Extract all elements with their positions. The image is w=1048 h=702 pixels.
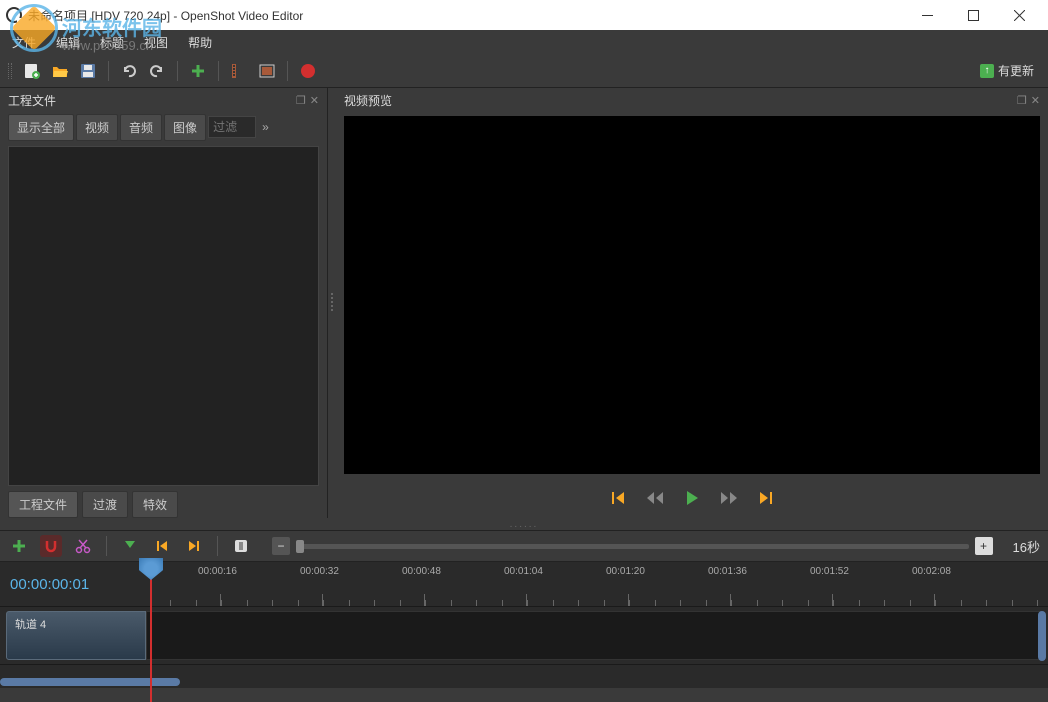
zoom-track[interactable]: [296, 544, 969, 549]
export-button[interactable]: [298, 61, 318, 81]
toolbar-separator: [287, 61, 288, 81]
zoom-label: 16秒: [1013, 537, 1040, 556]
profile-button[interactable]: [229, 61, 249, 81]
panel-float-icon[interactable]: ❐: [296, 94, 306, 107]
menubar: 文件 编辑 标题 视图 帮助: [0, 30, 1048, 54]
undo-button[interactable]: [119, 61, 139, 81]
zoom-out-button[interactable]: −: [272, 537, 290, 555]
ruler-label: 00:01:04: [504, 566, 543, 577]
fullscreen-button[interactable]: [257, 61, 277, 81]
open-project-button[interactable]: [50, 61, 70, 81]
playback-controls: [336, 478, 1048, 518]
jump-start-button[interactable]: [610, 490, 626, 506]
tab-video[interactable]: 视频: [76, 114, 118, 141]
snap-button[interactable]: [40, 535, 62, 557]
menu-title[interactable]: 标题: [94, 32, 130, 53]
app-icon: [6, 7, 22, 23]
tab-audio[interactable]: 音频: [120, 114, 162, 141]
jump-end-button[interactable]: [758, 490, 774, 506]
btab-effects[interactable]: 特效: [132, 491, 178, 518]
video-preview-title: 视频预览: [344, 92, 392, 109]
rewind-button[interactable]: [646, 491, 664, 505]
file-list-area[interactable]: [8, 146, 319, 486]
project-files-header: 工程文件 ❐ ✕: [0, 88, 327, 112]
fast-forward-button[interactable]: [720, 491, 738, 505]
track-vertical-scrollbar[interactable]: [1038, 611, 1046, 661]
panel-close-icon[interactable]: ✕: [1031, 94, 1040, 107]
timeline-horizontal-scrollbar[interactable]: [0, 676, 1048, 688]
main-toolbar: ↑ 有更新: [0, 54, 1048, 88]
btab-project-files[interactable]: 工程文件: [8, 491, 78, 518]
window-controls: [904, 0, 1042, 30]
zoom-thumb[interactable]: [296, 540, 304, 553]
redo-button[interactable]: [147, 61, 167, 81]
zoom-in-button[interactable]: +: [975, 537, 993, 555]
toolbar-separator: [106, 536, 107, 556]
track-header[interactable]: 轨道 4: [6, 611, 146, 660]
window-title: 未命名项目 [HDV 720 24p] - OpenShot Video Edi…: [28, 7, 904, 24]
play-button[interactable]: [684, 490, 700, 506]
next-marker-button[interactable]: [183, 535, 205, 557]
close-button[interactable]: [996, 0, 1042, 30]
ruler-label: 00:00:48: [402, 566, 441, 577]
timeline-toolbar: − + 16秒: [0, 530, 1048, 562]
panel-close-icon[interactable]: ✕: [310, 94, 319, 107]
panel-resize-handle[interactable]: [328, 88, 336, 518]
titlebar: 未命名项目 [HDV 720 24p] - OpenShot Video Edi…: [0, 0, 1048, 30]
project-files-panel: 工程文件 ❐ ✕ 显示全部 视频 音频 图像 » 工程文件 过渡 特效: [0, 88, 328, 518]
toolbar-separator: [177, 61, 178, 81]
ruler-label: 00:00:16: [198, 566, 237, 577]
zoom-slider: − +: [272, 537, 993, 555]
file-filter-tabs: 显示全部 视频 音频 图像 »: [0, 112, 327, 142]
marker-button[interactable]: [119, 535, 141, 557]
update-label: 有更新: [998, 62, 1034, 79]
panels-container: 工程文件 ❐ ✕ 显示全部 视频 音频 图像 » 工程文件 过渡 特效 视频预览: [0, 88, 1048, 518]
toolbar-separator: [218, 61, 219, 81]
save-project-button[interactable]: [78, 61, 98, 81]
menu-help[interactable]: 帮助: [182, 32, 218, 53]
razor-button[interactable]: [72, 535, 94, 557]
update-button[interactable]: ↑ 有更新: [974, 60, 1040, 81]
minimize-button[interactable]: [904, 0, 950, 30]
tab-show-all[interactable]: 显示全部: [8, 114, 74, 141]
bottom-tabs: 工程文件 过渡 特效: [0, 490, 327, 518]
btab-transitions[interactable]: 过渡: [82, 491, 128, 518]
video-preview-header: 视频预览 ❐ ✕: [336, 88, 1048, 112]
toolbar-handle[interactable]: [8, 63, 12, 79]
video-preview-area[interactable]: [344, 116, 1040, 474]
maximize-button[interactable]: [950, 0, 996, 30]
playhead[interactable]: [150, 562, 152, 702]
timeline-ruler: 00:00:00:01 00:00:1600:00:3200:00:4800:0…: [0, 562, 1048, 606]
ruler-label: 00:01:36: [708, 566, 747, 577]
center-playhead-button[interactable]: [230, 535, 252, 557]
ruler-label: 00:00:32: [300, 566, 339, 577]
timecode-display: 00:00:00:01: [0, 562, 150, 606]
tabs-overflow-button[interactable]: »: [258, 116, 273, 138]
add-track-button[interactable]: [8, 535, 30, 557]
ruler-label: 00:02:08: [912, 566, 951, 577]
track-row: 轨道 4: [0, 607, 1048, 665]
menu-file[interactable]: 文件: [6, 32, 42, 53]
tab-image[interactable]: 图像: [164, 114, 206, 141]
vertical-resize-handle[interactable]: ......: [0, 518, 1048, 530]
scroll-thumb[interactable]: [0, 678, 180, 686]
filter-input[interactable]: [208, 116, 256, 138]
new-project-button[interactable]: [22, 61, 42, 81]
video-preview-panel: 视频预览 ❐ ✕: [336, 88, 1048, 518]
toolbar-separator: [217, 536, 218, 556]
panel-float-icon[interactable]: ❐: [1017, 94, 1027, 107]
menu-edit[interactable]: 编辑: [50, 32, 86, 53]
import-files-button[interactable]: [188, 61, 208, 81]
project-files-title: 工程文件: [8, 92, 56, 109]
update-icon: ↑: [980, 64, 994, 78]
timeline-tracks: 轨道 4: [0, 606, 1048, 676]
track-body[interactable]: [146, 611, 1042, 660]
ruler-marks[interactable]: 00:00:16 00:00:32 00:00:48 00:01:04 00:01:20…: [150, 562, 1048, 606]
menu-view[interactable]: 视图: [138, 32, 174, 53]
prev-marker-button[interactable]: [151, 535, 173, 557]
toolbar-separator: [108, 61, 109, 81]
ruler-label: 00:01:52: [810, 566, 849, 577]
ruler-label: 00:01:20: [606, 566, 645, 577]
